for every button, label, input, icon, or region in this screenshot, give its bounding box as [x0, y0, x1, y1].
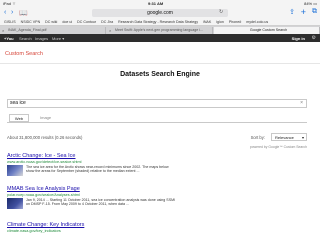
chevron-down-icon: ▾: [301, 135, 304, 140]
browser-toolbar: ‹ › 📖 google.com ↻ ⇪ + ⧉: [0, 7, 320, 19]
result-url: climate.nasa.gov/key_indicators: [7, 228, 61, 233]
result-title-link[interactable]: MMAB Sea Ice Analysis Page: [7, 186, 307, 192]
browser-tabs: × INAK_Agenda_Final.pdf × Meet Swift: Ap…: [0, 26, 320, 34]
new-tab-icon[interactable]: +: [301, 7, 306, 17]
browser-tab-active[interactable]: Google Custom Search: [214, 27, 320, 34]
result-thumbnail[interactable]: [7, 164, 23, 176]
gbar-search-link[interactable]: Search: [19, 36, 32, 41]
status-bar: iPad ⌔ 9:31 AM 84% ▭: [0, 0, 320, 7]
sign-in-button[interactable]: Sign in: [292, 36, 305, 41]
share-icon[interactable]: ⇪: [289, 8, 295, 16]
bookmark-item[interactable]: GISLIS: [4, 20, 16, 24]
bookmark-item[interactable]: iglon: [216, 20, 224, 24]
back-icon[interactable]: ‹: [4, 9, 6, 16]
result-thumbnail[interactable]: [7, 197, 23, 209]
bookmark-item[interactable]: NSIDC VPN: [21, 20, 41, 24]
bookmark-item[interactable]: Phone#: [229, 20, 241, 24]
bookmark-item[interactable]: iNAK: [203, 20, 211, 24]
reload-icon[interactable]: ↻: [219, 9, 223, 15]
clear-icon[interactable]: ×: [300, 100, 303, 107]
result-url: polar.ncep.noaa.gov/seaice/Analyses.shtm…: [7, 192, 80, 197]
tab-label: Google Custom Search: [249, 28, 288, 32]
custom-search-title: Custom Search: [5, 51, 43, 57]
close-tab-icon[interactable]: ×: [109, 27, 111, 34]
clock: 9:31 AM: [148, 1, 164, 6]
engine-title: Datasets Search Engine: [120, 71, 200, 78]
bookmark-item[interactable]: DC wiki: [45, 20, 57, 24]
bookmark-item[interactable]: doe ui: [62, 20, 72, 24]
tab-label: INAK_Agenda_Final.pdf: [8, 28, 47, 32]
tab-label: Meet Swift: Apple's next-gen programming…: [115, 28, 203, 32]
gbar-images-link[interactable]: Images: [35, 36, 48, 41]
bookmark-item[interactable]: DC Jira: [101, 20, 113, 24]
browser-tab[interactable]: × INAK_Agenda_Final.pdf: [0, 27, 106, 34]
gear-icon[interactable]: ⚙: [312, 35, 316, 41]
search-query: sea ice: [10, 100, 26, 106]
google-bar: +You Search Images More ▾ Sign in ⚙: [0, 34, 320, 42]
search-result: Climate Change: Key Indicators climate.n…: [7, 222, 307, 233]
bookmarks-icon[interactable]: 📖: [19, 9, 28, 17]
search-result: MMAB Sea Ice Analysis Page polar.ncep.no…: [7, 186, 307, 210]
powered-by-label: powered by Google™ Custom Search: [249, 145, 307, 149]
search-input[interactable]: sea ice ×: [7, 99, 307, 108]
result-title-link[interactable]: Arctic Change: Ice - Sea Ice: [7, 153, 307, 159]
tab-image[interactable]: Image: [40, 115, 51, 120]
battery-indicator: 84% ▭: [304, 1, 317, 6]
bookmarks-bar: GISLIS NSIDC VPN DC wiki doe ui DC Conto…: [0, 19, 320, 26]
close-tab-icon[interactable]: ×: [2, 27, 4, 34]
tab-web[interactable]: Web: [9, 114, 29, 122]
sort-label: Sort by:: [250, 135, 265, 140]
result-url: www.arctic.noaa.gov/detect/ice-seaice.sh…: [7, 159, 82, 164]
tabs-overview-icon[interactable]: ⧉: [312, 8, 317, 16]
result-snippet: The sea ice area for the Arctic shows ne…: [26, 164, 169, 173]
result-title-link[interactable]: Climate Change: Key Indicators: [7, 222, 307, 228]
gbar-you-link[interactable]: +You: [4, 36, 14, 41]
bookmark-item[interactable]: Research Data Strategy - Research Data S…: [118, 20, 198, 24]
sort-value: Relevance: [275, 135, 294, 140]
browser-tab[interactable]: × Meet Swift: Apple's next-gen programmi…: [107, 27, 213, 34]
divider: [0, 63, 320, 64]
search-result: Arctic Change: Ice - Sea Ice www.arctic.…: [7, 153, 307, 177]
address-bar[interactable]: google.com: [92, 9, 228, 17]
sort-select[interactable]: Relevance ▾: [271, 133, 307, 141]
gbar-more-link[interactable]: More ▾: [52, 36, 64, 41]
forward-icon[interactable]: ›: [11, 9, 13, 16]
result-snippet: Jan 9, 2014 ... Starting 11 October 2011…: [26, 197, 176, 206]
results-count: About 31,800,000 results (0.26 seconds): [7, 135, 83, 140]
bookmark-item[interactable]: mydel.colo.us: [246, 20, 268, 24]
tabs-divider: [7, 122, 307, 123]
bookmark-item[interactable]: DC Contour: [77, 20, 96, 24]
